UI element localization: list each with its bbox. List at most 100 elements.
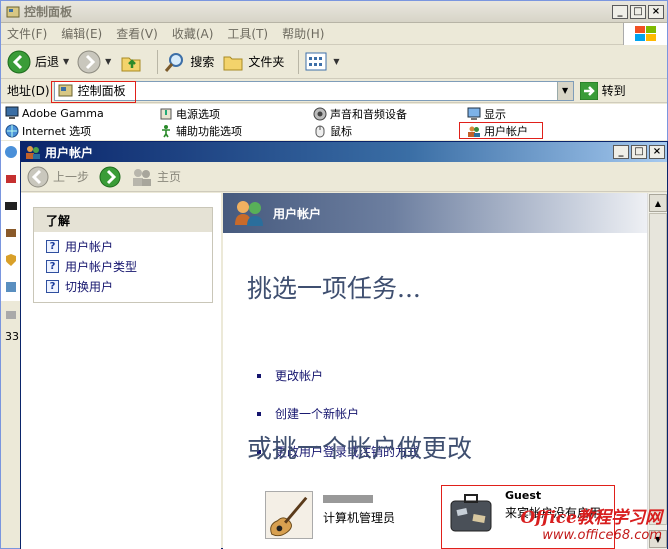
- learn-link-switch-users[interactable]: ? 切换用户: [34, 276, 212, 296]
- chevron-down-icon[interactable]: ▼: [105, 57, 111, 66]
- forward-arrow-icon: [77, 50, 101, 73]
- speaker-icon: [6, 175, 16, 183]
- main-header: 用户帐户: [223, 193, 647, 233]
- vertical-scrollbar[interactable]: ▲ ▼: [647, 193, 667, 549]
- network-icon: [6, 282, 16, 292]
- help-icon: ?: [46, 239, 59, 253]
- address-label: 地址(D): [7, 84, 50, 98]
- user-accounts-highlight-box: [459, 122, 543, 139]
- standard-toolbar: 后退 ▼ ▼ 搜索 文件夹 ▼: [1, 45, 667, 79]
- menu-bar: 文件(F) 编辑(E) 查看(V) 收藏(A) 工具(T) 帮助(H): [1, 23, 667, 45]
- window-title: 用户帐户: [45, 145, 94, 160]
- task-change-account[interactable]: 更改帐户: [257, 367, 323, 384]
- close-button[interactable]: ×: [649, 145, 665, 159]
- learn-heading: 了解: [34, 208, 212, 232]
- globe-icon: [5, 146, 17, 158]
- user-accounts-titlebar: 用户帐户 _ □ ×: [21, 142, 667, 162]
- cp-item-mouse[interactable]: 鼠标: [313, 123, 352, 139]
- minimize-button[interactable]: _: [612, 4, 628, 19]
- redacted-username: [323, 495, 373, 503]
- back-arrow-icon: [7, 50, 31, 73]
- hidden-items-strip: 33: [1, 141, 21, 343]
- task-create-account[interactable]: 创建一个新帐户: [257, 405, 359, 422]
- help-icon: ?: [46, 279, 59, 293]
- speaker-icon: [313, 107, 327, 121]
- close-button[interactable]: ×: [648, 4, 664, 19]
- user-accounts-nav: 上一步 主页: [21, 162, 667, 192]
- mouse-icon: [315, 125, 325, 138]
- users-icon: [235, 201, 263, 226]
- learn-about-box: 了解 ? 用户帐户 ? 用户帐户类型 ? 切换用户: [33, 207, 213, 303]
- user-accounts-window: 用户帐户 _ □ × 上一步 主页 了解 ? 用户帐户 ? 用户帐户类型 ? 切…: [20, 141, 668, 549]
- printer-icon: [6, 229, 16, 237]
- chevron-down-icon[interactable]: ▼: [63, 57, 69, 66]
- search-button[interactable]: 搜索: [164, 51, 214, 73]
- maximize-button[interactable]: □: [630, 4, 646, 19]
- toolbar-separator: [157, 49, 159, 74]
- folder-icon: [6, 311, 16, 319]
- cp-item-sound[interactable]: 声音和音频设备: [313, 106, 407, 122]
- windows-logo-icon: [623, 23, 667, 45]
- menu-edit[interactable]: 编辑(E): [61, 25, 102, 42]
- up-folder-button[interactable]: [119, 50, 143, 74]
- back-arrow-icon: [27, 166, 49, 187]
- cp-item-power-options[interactable]: 电源选项: [159, 106, 220, 122]
- views-grid-icon: [305, 52, 327, 70]
- learn-link-user-accounts[interactable]: ? 用户帐户: [34, 236, 212, 256]
- control-panel-items: Adobe Gamma 电源选项 声音和音频设备 显示 Internet 选项 …: [1, 104, 667, 140]
- forward-arrow-icon: [99, 166, 121, 187]
- user-accounts-body: 了解 ? 用户帐户 ? 用户帐户类型 ? 切换用户 用户帐户 挑选一项任务...…: [21, 193, 667, 549]
- cp-item-accessibility[interactable]: 辅助功能选项: [159, 123, 242, 139]
- keyboard-icon: [5, 202, 17, 210]
- back-button[interactable]: 上一步: [27, 166, 89, 188]
- home-button[interactable]: 主页: [131, 167, 181, 187]
- forward-button[interactable]: ▼: [77, 50, 111, 74]
- cp-item-internet-options[interactable]: Internet 选项: [5, 123, 91, 139]
- account-admin[interactable]: 计算机管理员: [265, 491, 395, 539]
- up-folder-icon: [121, 57, 141, 71]
- minimize-button[interactable]: _: [613, 145, 629, 159]
- control-panel-titlebar: 控制面板 _ □ ×: [1, 1, 667, 23]
- menu-file[interactable]: 文件(F): [7, 25, 47, 42]
- control-panel-icon: [6, 6, 20, 17]
- accessibility-icon: [162, 125, 170, 138]
- window-title: 控制面板: [24, 5, 73, 19]
- menu-favorites[interactable]: 收藏(A): [172, 25, 214, 42]
- pick-task-heading: 挑选一项任务...: [247, 274, 421, 303]
- guitar-avatar-icon: [265, 491, 313, 539]
- globe-icon: [5, 124, 19, 138]
- folder-icon: [223, 56, 243, 70]
- toolbar-separator: [298, 49, 300, 74]
- maximize-button[interactable]: □: [631, 145, 647, 159]
- watermark-url: www.office68.com: [542, 528, 662, 543]
- cp-item-adobe-gamma[interactable]: Adobe Gamma: [5, 106, 104, 120]
- menu-help[interactable]: 帮助(H): [282, 25, 324, 42]
- side-panel: 了解 ? 用户帐户 ? 用户帐户类型 ? 切换用户: [21, 193, 221, 549]
- account-role: 计算机管理员: [323, 511, 396, 525]
- forward-button[interactable]: [99, 166, 121, 188]
- views-button[interactable]: ▼: [305, 51, 340, 73]
- menu-tools[interactable]: 工具(T): [227, 25, 268, 42]
- go-button[interactable]: 转到: [579, 81, 626, 100]
- address-dropdown-icon[interactable]: ▼: [556, 81, 573, 100]
- main-header-title: 用户帐户: [273, 206, 322, 221]
- learn-link-account-types[interactable]: ? 用户帐户类型: [34, 256, 212, 276]
- bullet: [257, 373, 261, 378]
- folders-button[interactable]: 文件夹: [222, 51, 284, 73]
- menu-view[interactable]: 查看(V): [116, 25, 158, 42]
- main-panel: 用户帐户 挑选一项任务... 更改帐户 创建一个新帐户 更改用户登录或注销的方式…: [223, 193, 647, 549]
- help-icon: ?: [46, 259, 59, 273]
- go-arrow-icon: [579, 81, 598, 100]
- shield-icon: [6, 254, 16, 266]
- cp-item-display[interactable]: 显示: [467, 106, 506, 122]
- back-button[interactable]: 后退 ▼: [7, 50, 69, 74]
- power-icon: [160, 108, 172, 120]
- bullet: [257, 411, 261, 416]
- pick-account-heading: 或挑一个帐户做更改: [247, 434, 473, 463]
- scroll-up-icon[interactable]: ▲: [649, 194, 667, 212]
- search-icon: [165, 52, 184, 72]
- monitor-icon: [5, 106, 19, 119]
- chevron-down-icon[interactable]: ▼: [333, 57, 339, 66]
- address-highlight-box: [51, 81, 136, 103]
- scroll-thumb[interactable]: [649, 213, 667, 525]
